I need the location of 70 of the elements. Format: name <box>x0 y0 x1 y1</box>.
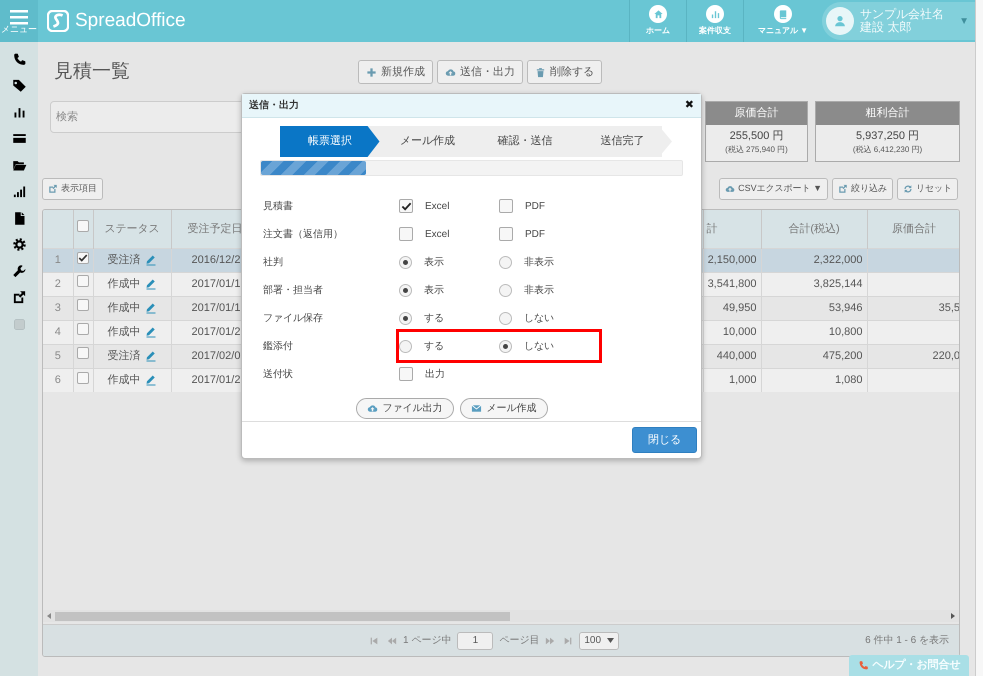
dialog-action-button[interactable]: ファイル出力 <box>356 398 454 419</box>
option-text: PDF <box>525 228 545 242</box>
table-cell-text: 作成中 <box>108 276 140 292</box>
column-header: 原価合計 <box>867 210 959 248</box>
option-label: 送付状 <box>263 368 294 382</box>
option-text: PDF <box>525 200 545 214</box>
pager-text: ページ目 <box>499 634 540 648</box>
option-label: 部署・担当者 <box>263 284 324 298</box>
dialog-action-button[interactable]: メール作成 <box>460 398 548 419</box>
card-value: 5,937,250 円 <box>855 128 920 144</box>
row-number: 6 <box>43 368 73 392</box>
action-button[interactable]: 削除する <box>527 60 602 84</box>
close-dialog-button[interactable]: 閉じる <box>632 427 697 453</box>
table-cell: 2017/01/1 <box>171 272 243 296</box>
table-cell-text: 受注済 <box>108 252 140 268</box>
tool-button[interactable]: リセット <box>897 178 958 200</box>
pager-text: 1 ページ中 <box>403 634 452 648</box>
option-text: 出力 <box>425 368 445 382</box>
table-cell: 3,825,144 <box>761 272 867 296</box>
table-cell: 2017/01/2 <box>171 320 243 344</box>
dialog-title: 送信・出力 <box>249 98 299 113</box>
wizard-step[interactable]: 帳票選択 <box>280 126 380 157</box>
table-cell: 2,322,000 <box>761 248 867 272</box>
tool-button[interactable]: CSVエクスポート ▼ <box>719 178 828 200</box>
column-header: 受注予定日 <box>171 210 243 248</box>
tool-button[interactable]: 絞り込み <box>832 178 893 200</box>
table-cell: 1,080 <box>761 368 867 392</box>
company-name: サンプル会社名 <box>860 8 944 21</box>
row-number: 1 <box>43 248 73 272</box>
pager-summary: 6 件中 1 - 6 を表示 <box>865 634 949 648</box>
caret-icon: ▼ <box>959 14 969 28</box>
option-text: 表示 <box>424 256 444 270</box>
column-header: 計 <box>703 210 761 248</box>
table-cell-text: 作成中 <box>108 324 140 340</box>
table-cell: 3,541,800 <box>703 272 761 296</box>
action-button[interactable]: 新規作成 <box>358 60 433 84</box>
table-cell-text: 作成中 <box>108 300 140 316</box>
user-name: 建設 太郎 <box>860 21 912 34</box>
page-size-select[interactable]: 100 <box>579 632 620 650</box>
card-tax-value: (税込 6,412,230 円) <box>852 144 924 156</box>
column-header: ステータス <box>93 210 171 248</box>
tool-button[interactable]: 表示項目 <box>42 178 103 200</box>
page-title: 見積一覧 <box>54 60 131 84</box>
action-button[interactable]: 送信・出力 <box>437 60 523 84</box>
table-cell: 2016/12/2 <box>171 248 243 272</box>
page-field[interactable]: 1 <box>457 632 494 650</box>
option-label: 見積書 <box>263 200 294 214</box>
option-text: 非表示 <box>524 256 554 270</box>
option-text: Excel <box>425 228 450 242</box>
table-cell: 2,150,000 <box>703 248 761 272</box>
card-tax-value: (税込 275,940 円) <box>724 144 789 156</box>
table-cell-text: 受注済 <box>108 348 140 364</box>
option-text: Excel <box>425 200 450 214</box>
option-text: 表示 <box>424 284 444 298</box>
table-cell-text: 作成中 <box>108 373 140 388</box>
table-cell: 10,800 <box>761 320 867 344</box>
table-cell: 10,000 <box>703 320 761 344</box>
card-title: 原価合計 <box>706 102 807 124</box>
card-title: 粗利合計 <box>816 102 959 124</box>
close-button[interactable]: ✖ <box>684 97 694 114</box>
row-number: 4 <box>43 320 73 344</box>
table-cell: 2017/01/2 <box>171 368 243 392</box>
column-header: 合計(税込) <box>761 210 867 248</box>
table-cell: 1,000 <box>703 368 761 392</box>
option-label: 注文書（返信用） <box>263 228 344 242</box>
row-number: 2 <box>43 272 73 296</box>
card-value: 255,500 円 <box>728 128 784 144</box>
option-text: 非表示 <box>524 284 554 298</box>
option-label: 社判 <box>263 256 284 270</box>
logo-text: SpreadOffice <box>75 8 186 33</box>
